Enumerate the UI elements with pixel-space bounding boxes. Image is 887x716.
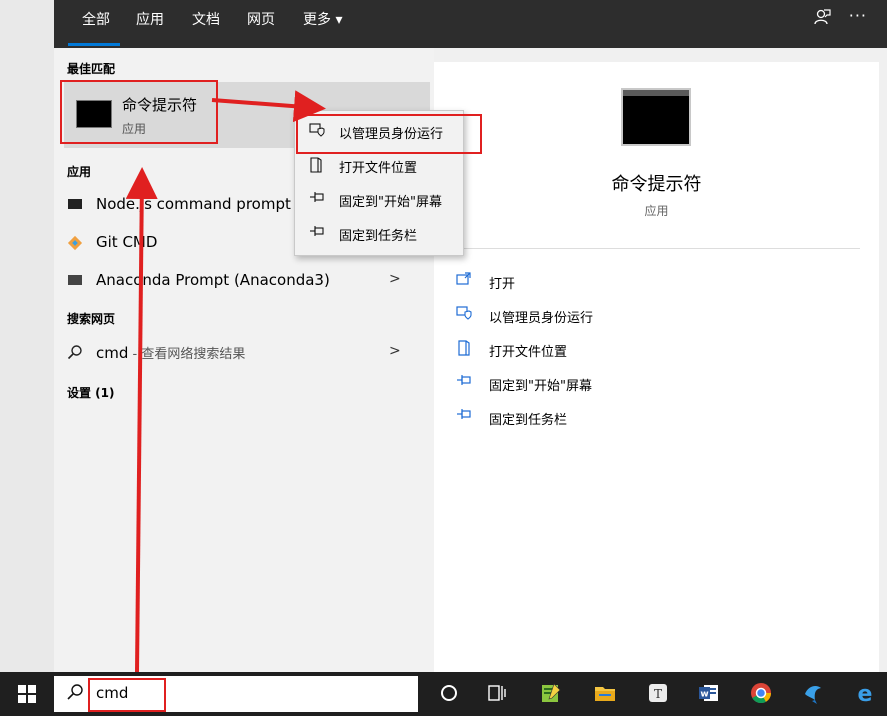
chevron-right-icon[interactable]: > (389, 271, 401, 287)
menu-item-open-file-location[interactable]: 打开文件位置 (295, 149, 463, 183)
more-options-icon[interactable]: ··· (849, 6, 867, 25)
menu-item-pin-to-start[interactable]: 固定到"开始"屏幕 (295, 183, 463, 217)
edge-icon[interactable]: e (852, 680, 878, 707)
action-label: 打开文件位置 (489, 345, 568, 360)
web-search-item[interactable]: cmd - 查看网络搜索结果 > (54, 336, 434, 370)
action-label: 固定到"开始"屏幕 (489, 379, 592, 394)
feedback-icon[interactable] (813, 8, 831, 30)
file-location-icon (309, 157, 327, 177)
preview-title: 命令提示符 (611, 174, 702, 195)
app-icon[interactable] (800, 680, 826, 706)
shield-admin-icon (456, 306, 478, 324)
file-location-icon (456, 340, 478, 360)
svg-text:T: T (654, 687, 662, 701)
notepad-icon[interactable] (538, 680, 564, 706)
word-icon[interactable]: w (696, 680, 722, 706)
apps-heading: 应用 (67, 165, 92, 179)
pin-icon (456, 374, 478, 390)
highlight-box (88, 678, 166, 712)
cortana-icon[interactable] (436, 680, 462, 706)
web-suffix: - 查看网络搜索结果 (128, 347, 246, 362)
windows-logo-icon (18, 685, 36, 703)
preview-subtitle: 应用 (644, 204, 669, 218)
menu-item-label: 固定到任务栏 (339, 229, 418, 244)
menu-item-pin-to-taskbar[interactable]: 固定到任务栏 (295, 217, 463, 251)
pin-icon (309, 225, 327, 241)
list-item-label: Anaconda Prompt (Anaconda3) (96, 271, 330, 289)
task-view-icon[interactable] (484, 680, 510, 706)
tab-more[interactable]: 更多 ▾ (303, 0, 342, 48)
chrome-icon[interactable] (748, 680, 774, 706)
tab-web[interactable]: 网页 (247, 0, 275, 48)
tab-apps[interactable]: 应用 (136, 0, 164, 48)
menu-item-label: 打开文件位置 (339, 161, 418, 176)
action-label: 固定到任务栏 (489, 413, 568, 428)
terminal-icon (68, 275, 82, 285)
web-heading: 搜索网页 (67, 312, 116, 326)
open-icon (456, 272, 478, 290)
left-strip (0, 0, 55, 672)
list-item[interactable]: Anaconda Prompt (Anaconda3) > (54, 264, 434, 298)
pin-icon (309, 191, 327, 207)
start-button[interactable] (0, 672, 54, 716)
chevron-right-icon[interactable]: > (389, 343, 401, 359)
search-icon (67, 344, 83, 364)
search-icon (66, 683, 84, 705)
search-scope-tabs: 全部 应用 文档 网页 更多 ▾ ··· (54, 0, 887, 48)
file-explorer-icon[interactable] (592, 680, 618, 706)
best-match-heading: 最佳匹配 (67, 62, 116, 76)
web-query: cmd (96, 344, 129, 362)
settings-heading[interactable]: 设置 (1) (67, 384, 115, 401)
pin-icon (456, 408, 478, 424)
tab-documents[interactable]: 文档 (192, 0, 220, 48)
divider (450, 248, 860, 249)
git-icon (67, 235, 83, 255)
highlight-box (60, 80, 218, 144)
menu-item-label: 固定到"开始"屏幕 (339, 195, 442, 210)
svg-text:e: e (858, 682, 873, 706)
web-search-label: cmd - 查看网络搜索结果 (96, 343, 245, 362)
active-tab-indicator (68, 43, 120, 46)
list-item-label: Node.js command prompt (96, 195, 291, 213)
list-item-label: Git CMD (96, 233, 158, 251)
preview-panel: 命令提示符 应用 打开 以管理员身份运行 打开文件位置 固定到"开始"屏幕 固定… (434, 62, 879, 672)
typora-icon[interactable]: T (645, 680, 671, 706)
svg-text:w: w (700, 690, 708, 700)
terminal-icon (68, 199, 82, 209)
action-label: 以管理员身份运行 (489, 311, 594, 326)
tab-all[interactable]: 全部 (82, 0, 110, 48)
highlight-box (296, 114, 482, 154)
terminal-icon (621, 88, 691, 146)
action-label: 打开 (489, 277, 516, 292)
